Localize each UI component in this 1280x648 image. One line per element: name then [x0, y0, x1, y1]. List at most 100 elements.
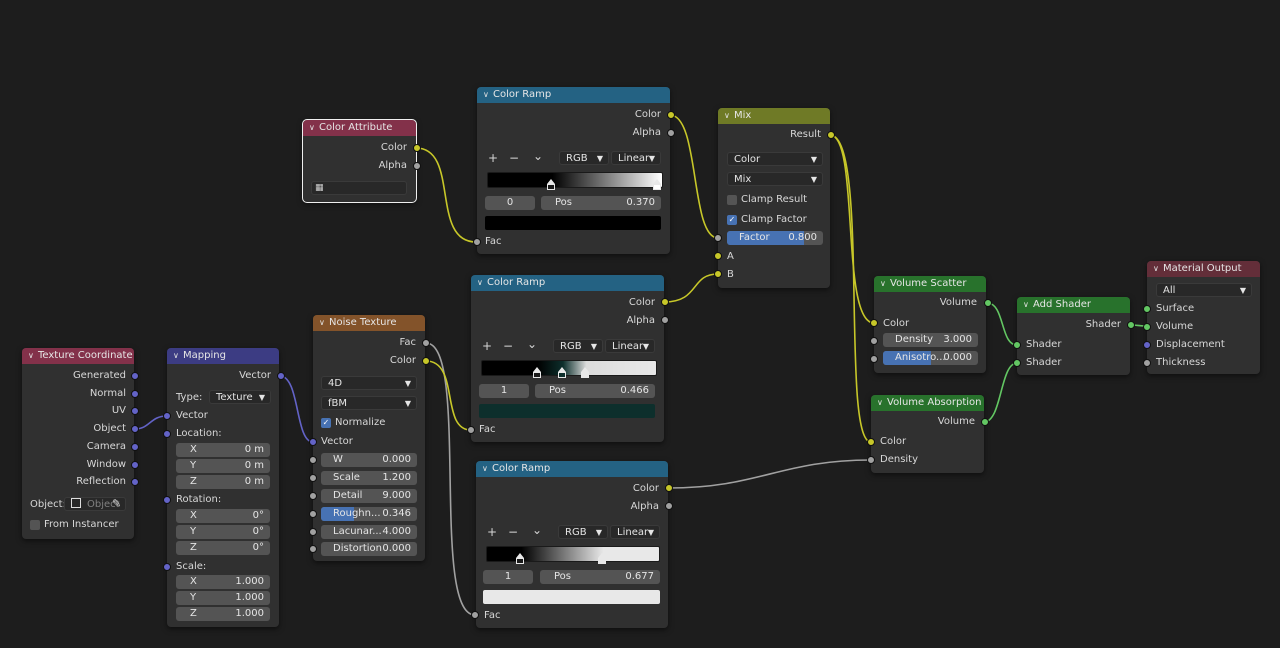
lacunarity-field[interactable]: Lacunar... 4.000 [321, 525, 417, 539]
noise-type-dropdown[interactable]: fBM ▼ [321, 396, 417, 410]
eyedropper-icon[interactable]: ✎ [112, 497, 121, 510]
socket-uv[interactable] [131, 407, 139, 415]
socket-noise-scale-in[interactable] [309, 474, 317, 482]
node-header[interactable]: ∨ Color Ramp [476, 461, 668, 477]
stop-index-field[interactable]: 0 [485, 196, 535, 210]
location-x-field[interactable]: X 0 m [176, 443, 270, 457]
socket-output-volume-in[interactable] [1143, 323, 1151, 331]
collapse-icon[interactable]: ∨ [28, 348, 38, 364]
socket-absorption-density-in[interactable] [867, 456, 875, 464]
stop-position-field[interactable]: Pos 0.466 [535, 384, 655, 398]
stop-color-swatch[interactable] [483, 590, 660, 604]
roughness-field[interactable]: Roughn... 0.346 [321, 507, 417, 521]
remove-stop-button[interactable]: − [508, 525, 518, 539]
socket-scatter-density-in[interactable] [870, 337, 878, 345]
node-header[interactable]: ∨ Mapping [167, 348, 279, 364]
socket-absorption-volume[interactable] [981, 418, 989, 426]
from-instancer-checkbox[interactable] [30, 520, 40, 530]
node-header[interactable]: ∨ Add Shader [1017, 297, 1130, 313]
location-z-field[interactable]: Z 0 m [176, 475, 270, 489]
socket-scatter-volume[interactable] [984, 299, 992, 307]
socket-noise-fac[interactable] [422, 339, 430, 347]
socket-output-displacement-in[interactable] [1143, 341, 1151, 349]
node-color-ramp-2[interactable]: ∨ Color Ramp Color Alpha + − ⌄ RGB ▼ Linea… [471, 275, 664, 442]
socket-noise-detail-in[interactable] [309, 492, 317, 500]
socket-add-shader-in-1[interactable] [1013, 341, 1021, 349]
socket-window[interactable] [131, 461, 139, 469]
w-field[interactable]: W 0.000 [321, 453, 417, 467]
node-texture-coordinate[interactable]: ∨ Texture Coordinate Generated Normal UV … [22, 348, 134, 539]
socket-ramp2-color[interactable] [661, 298, 669, 306]
socket-rotation-in[interactable] [163, 496, 171, 504]
stop-color-swatch[interactable] [479, 404, 655, 418]
collapse-icon[interactable]: ∨ [877, 395, 887, 411]
socket-noise-w-in[interactable] [309, 456, 317, 464]
socket-colorattr-color[interactable] [413, 144, 421, 152]
node-color-attribute[interactable]: ∨ Color Attribute Color Alpha ▦ [302, 119, 417, 203]
anisotropy-field[interactable]: Anisotro... 0.000 [883, 351, 978, 365]
socket-mix-b-in[interactable] [714, 270, 722, 278]
rotation-y-field[interactable]: Y 0° [176, 525, 270, 539]
socket-mix-factor-in[interactable] [714, 234, 722, 242]
stop-color-swatch[interactable] [485, 216, 661, 230]
data-type-dropdown[interactable]: Color ▼ [727, 152, 823, 166]
node-header[interactable]: ∨ Noise Texture [313, 315, 425, 331]
color-ramp-gradient[interactable] [487, 172, 663, 188]
socket-ramp2-fac-in[interactable] [467, 426, 475, 434]
render-target-dropdown[interactable]: All ▼ [1156, 283, 1252, 297]
color-mode-dropdown[interactable]: RGB ▼ [553, 339, 603, 353]
collapse-icon[interactable]: ∨ [482, 461, 492, 477]
collapse-icon[interactable]: ∨ [1023, 297, 1033, 313]
stop-position-field[interactable]: Pos 0.370 [541, 196, 661, 210]
stop-position-field[interactable]: Pos 0.677 [540, 570, 660, 584]
socket-ramp1-color[interactable] [667, 111, 675, 119]
collapse-icon[interactable]: ∨ [319, 315, 329, 331]
socket-ramp3-color[interactable] [665, 484, 673, 492]
socket-scale-in[interactable] [163, 563, 171, 571]
scale-field[interactable]: Scale 1.200 [321, 471, 417, 485]
scale-z-field[interactable]: Z 1.000 [176, 607, 270, 621]
socket-ramp2-alpha[interactable] [661, 316, 669, 324]
socket-scatter-anisotropy-in[interactable] [870, 355, 878, 363]
interpolation-dropdown[interactable]: Linear ▼ [605, 339, 655, 353]
collapse-icon[interactable]: ∨ [477, 275, 487, 291]
stop-index-field[interactable]: 1 [483, 570, 533, 584]
normalize-checkbox[interactable]: ✓ [321, 418, 331, 428]
socket-noise-lacunarity-in[interactable] [309, 528, 317, 536]
detail-field[interactable]: Detail 9.000 [321, 489, 417, 503]
node-noise-texture[interactable]: ∨ Noise Texture Fac Color 4D ▼ fBM ▼ ✓ Norm… [313, 315, 425, 561]
collapse-icon[interactable]: ∨ [1153, 261, 1163, 277]
factor-slider[interactable]: Factor 0.800 [727, 231, 823, 245]
node-add-shader[interactable]: ∨ Add Shader Shader Shader Shader [1017, 297, 1130, 375]
socket-ramp3-fac-in[interactable] [471, 611, 479, 619]
socket-ramp1-alpha[interactable] [667, 129, 675, 137]
color-ramp-gradient[interactable] [481, 360, 657, 376]
socket-noise-vector-in[interactable] [309, 438, 317, 446]
socket-camera[interactable] [131, 443, 139, 451]
dimensions-dropdown[interactable]: 4D ▼ [321, 376, 417, 390]
scale-y-field[interactable]: Y 1.000 [176, 591, 270, 605]
socket-mapping-vector-in[interactable] [163, 412, 171, 420]
node-header[interactable]: ∨ Volume Absorption [871, 395, 984, 411]
socket-add-shader-in-2[interactable] [1013, 359, 1021, 367]
interpolation-dropdown[interactable]: Linear ▼ [610, 525, 660, 539]
ramp-menu-button[interactable]: ⌄ [527, 337, 537, 351]
node-header[interactable]: ∨ Color Attribute [303, 120, 416, 136]
ramp-menu-button[interactable]: ⌄ [533, 149, 543, 163]
add-stop-button[interactable]: + [482, 339, 492, 353]
socket-mix-result[interactable] [827, 131, 835, 139]
remove-stop-button[interactable]: − [503, 339, 513, 353]
socket-generated[interactable] [131, 372, 139, 380]
socket-location-in[interactable] [163, 430, 171, 438]
ramp-menu-button[interactable]: ⌄ [532, 523, 542, 537]
socket-ramp3-alpha[interactable] [665, 502, 673, 510]
node-header[interactable]: ∨ Volume Scatter [874, 276, 986, 292]
node-mix[interactable]: ∨ Mix Result Color ▼ Mix ▼ Clamp Result ✓ C… [718, 108, 830, 288]
distortion-field[interactable]: Distortion 0.000 [321, 542, 417, 556]
node-material-output[interactable]: ∨ Material Output All ▼ Surface Volume Dis… [1147, 261, 1260, 374]
attribute-name-field[interactable]: ▦ [311, 181, 407, 195]
interpolation-dropdown[interactable]: Linear ▼ [611, 151, 661, 165]
socket-mapping-output[interactable] [277, 372, 285, 380]
type-dropdown[interactable]: Texture ▼ [209, 390, 271, 404]
clamp-result-checkbox[interactable] [727, 195, 737, 205]
